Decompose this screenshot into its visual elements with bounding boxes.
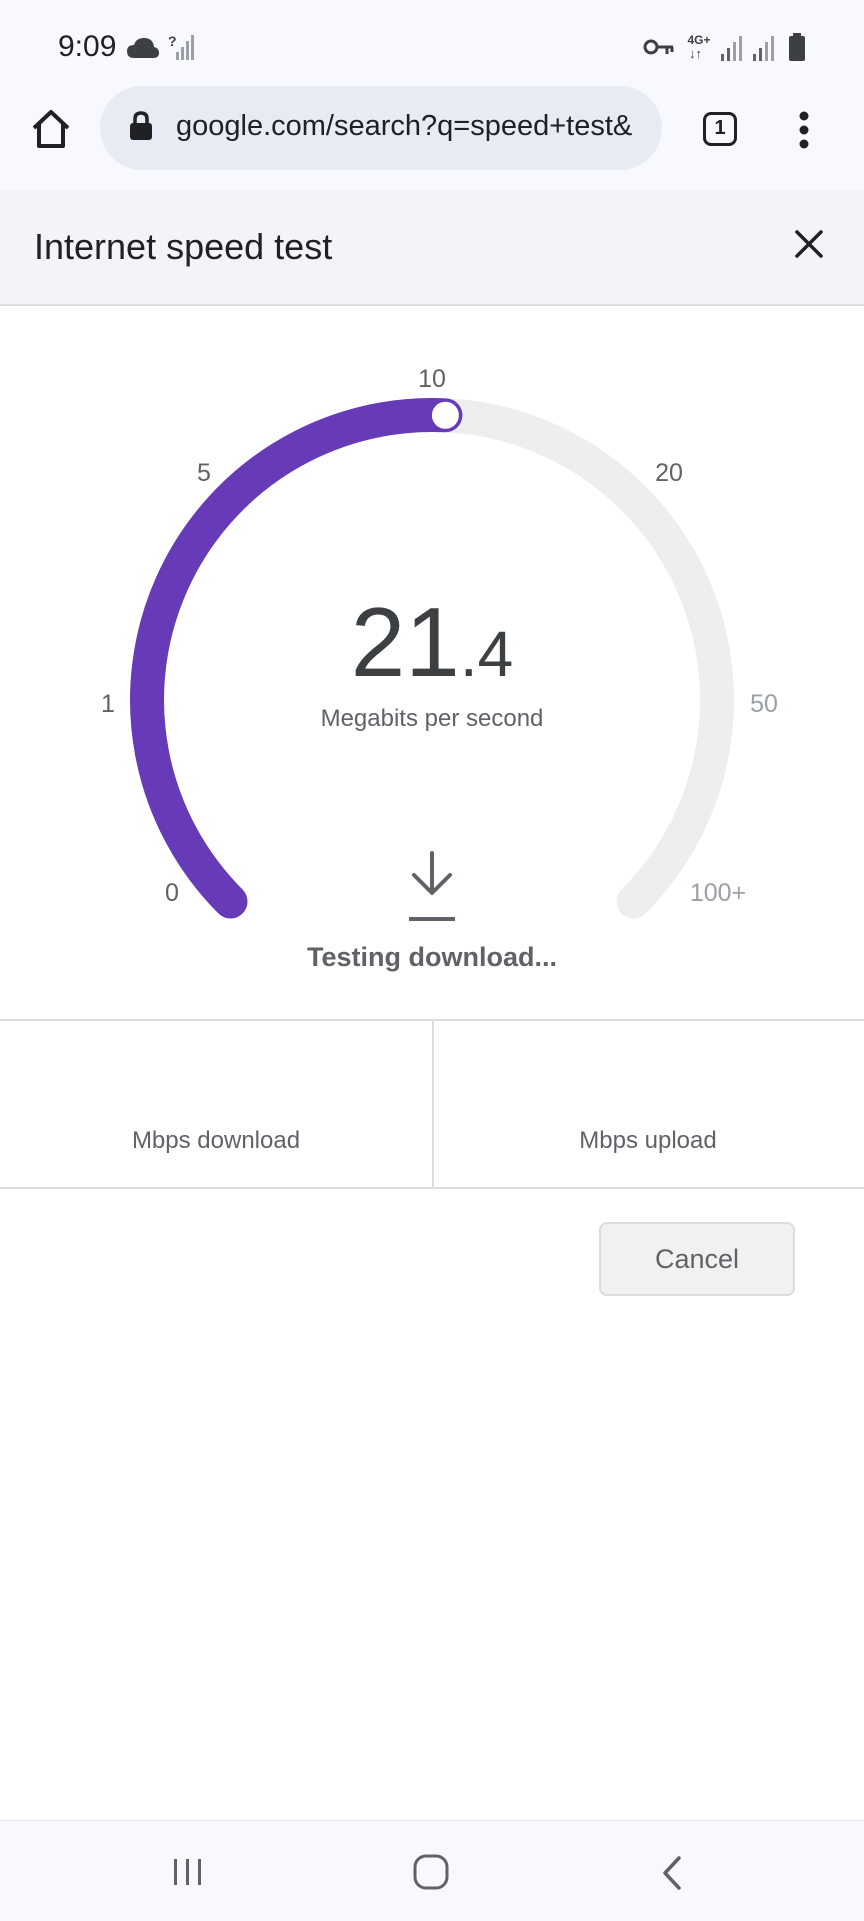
gauge-indicator-knob [428, 398, 462, 432]
gauge-tick-0: 0 [165, 879, 179, 907]
dialog-header: Internet speed test [0, 190, 864, 306]
signal-icon [753, 36, 774, 61]
network-type-label: 4G+ [687, 33, 711, 47]
vpn-key-icon [643, 39, 674, 55]
upload-label: Mbps upload [579, 1127, 717, 1154]
results-panel: Mbps download Mbps upload [0, 1019, 864, 1189]
battery-icon [789, 33, 805, 61]
cancel-button[interactable]: Cancel [599, 1222, 795, 1296]
results-divider [432, 1021, 434, 1187]
home-icon[interactable] [30, 108, 72, 150]
dialog-title: Internet speed test [34, 226, 333, 267]
address-bar[interactable]: google.com/search?q=speed+test& [100, 86, 662, 170]
status-time: 9:09 [58, 30, 117, 63]
test-status: Testing download... [307, 942, 557, 972]
signal-icon [721, 36, 742, 61]
recent-apps-icon[interactable] [170, 1857, 206, 1887]
gauge-tick-50: 50 [750, 690, 778, 718]
speed-unit: Megabits per second [321, 705, 544, 732]
gauge-tick-20: 20 [655, 459, 683, 487]
gauge-tick-5: 5 [197, 459, 211, 487]
gauge-tick-10: 10 [418, 365, 446, 393]
speed-value: 21.4 [351, 587, 513, 697]
url-text[interactable]: google.com/search?q=speed+test& [176, 110, 656, 150]
download-arrow-icon [409, 851, 455, 921]
back-icon[interactable] [660, 1855, 684, 1891]
no-signal-icon: ? [168, 33, 194, 60]
system-nav-bar [0, 1820, 864, 1921]
tab-switcher-button[interactable]: 1 [703, 112, 737, 146]
data-activity-icon: ↓↑ [689, 46, 702, 61]
speed-gauge: 0 1 5 10 20 50 100+ 21.4 Megabits per se… [101, 365, 778, 972]
cloud-icon [127, 38, 159, 58]
status-bar: 9:09 ? 4G+ ↓↑ [0, 0, 864, 92]
close-icon[interactable] [793, 228, 825, 260]
gauge-tick-1: 1 [101, 690, 115, 718]
download-label: Mbps download [131, 1127, 301, 1154]
gauge-tick-100-plus: 100+ [690, 879, 746, 907]
home-nav-icon[interactable] [412, 1853, 450, 1891]
more-vert-icon[interactable] [796, 110, 812, 150]
lock-icon [130, 111, 152, 140]
svg-text:?: ? [168, 33, 177, 49]
